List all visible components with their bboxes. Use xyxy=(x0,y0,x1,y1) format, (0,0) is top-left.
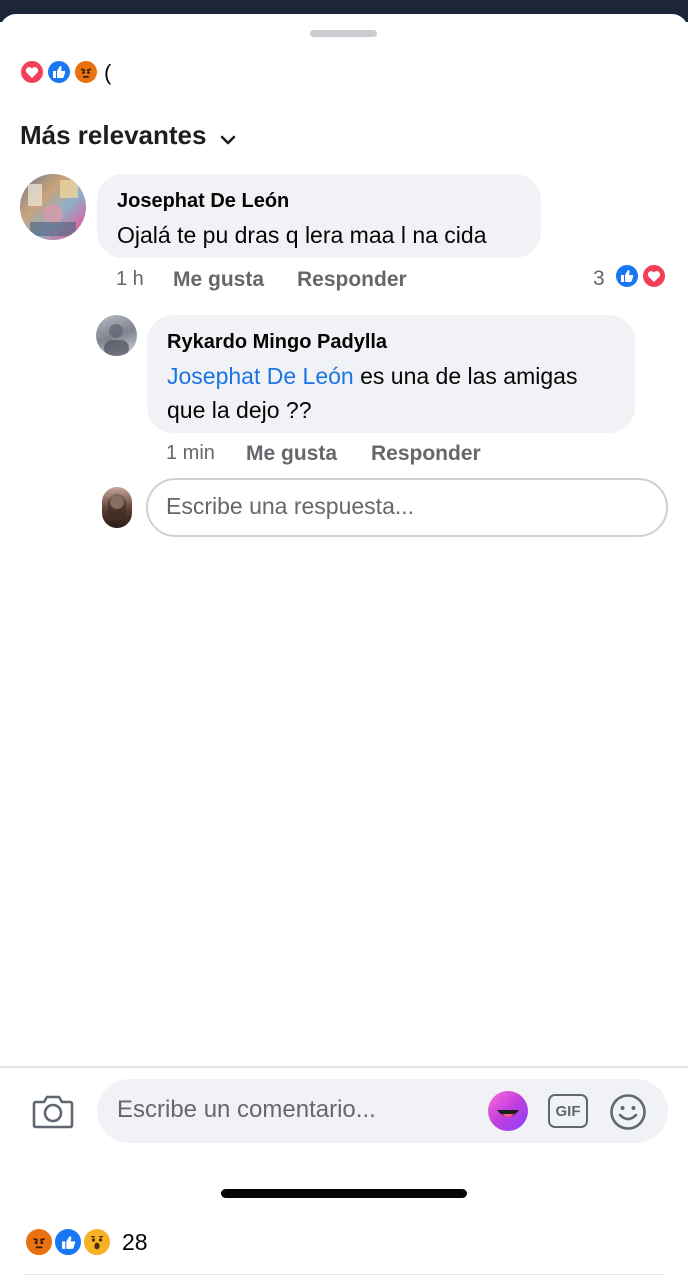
reply-input-field[interactable] xyxy=(146,478,668,537)
like-icon xyxy=(46,59,72,85)
gif-button[interactable]: GIF xyxy=(548,1094,588,1128)
camera-icon[interactable] xyxy=(32,1093,74,1129)
comment-text: Ojalá te pu dras q lera maa l na cida xyxy=(117,222,487,248)
wow-icon xyxy=(82,1227,112,1257)
smiley-icon[interactable] xyxy=(609,1093,647,1131)
reply-text: Josephat De León es una de las amigas qu… xyxy=(167,359,627,427)
comment-author[interactable]: Josephat De León xyxy=(117,190,289,213)
like-button[interactable]: Me gusta xyxy=(173,268,264,292)
reply-time: 1 min xyxy=(166,442,215,464)
reply-text-line2: que la dejo ?? xyxy=(167,397,312,423)
like-icon xyxy=(614,263,640,289)
like-icon xyxy=(53,1227,83,1257)
avatar[interactable] xyxy=(20,174,86,240)
comment-time: 1 h xyxy=(116,268,144,290)
comment-reaction-count: 3 xyxy=(593,267,605,290)
angry-icon xyxy=(24,1227,54,1257)
mention-link[interactable]: Josephat De León xyxy=(167,363,354,389)
reply-input[interactable] xyxy=(166,493,646,520)
like-button[interactable]: Me gusta xyxy=(246,442,337,466)
post-footer xyxy=(0,1166,688,1280)
love-icon xyxy=(19,59,45,85)
reply-button[interactable]: Responder xyxy=(371,442,481,466)
home-indicator[interactable] xyxy=(221,1189,467,1198)
reply-text-line1: es una de las amigas xyxy=(353,363,578,389)
reactions-trailing-text: ( xyxy=(104,60,112,85)
gif-label: GIF xyxy=(555,1102,581,1120)
chevron-down-icon xyxy=(220,121,236,152)
avatar[interactable] xyxy=(96,315,137,356)
reply-button[interactable]: Responder xyxy=(297,268,407,292)
reply-author[interactable]: Rykardo Mingo Padylla xyxy=(167,331,387,354)
sheet-drag-handle[interactable] xyxy=(310,30,377,37)
avatar xyxy=(102,487,132,528)
sort-selector[interactable]: Más relevantes xyxy=(20,120,236,150)
avatar-sticker-icon[interactable] xyxy=(488,1091,528,1131)
love-icon xyxy=(641,263,667,289)
comment-input[interactable] xyxy=(117,1096,477,1124)
divider xyxy=(24,1274,664,1275)
post-reaction-count: 28 xyxy=(122,1229,148,1255)
angry-icon xyxy=(73,59,99,85)
sort-label: Más relevantes xyxy=(20,119,207,150)
